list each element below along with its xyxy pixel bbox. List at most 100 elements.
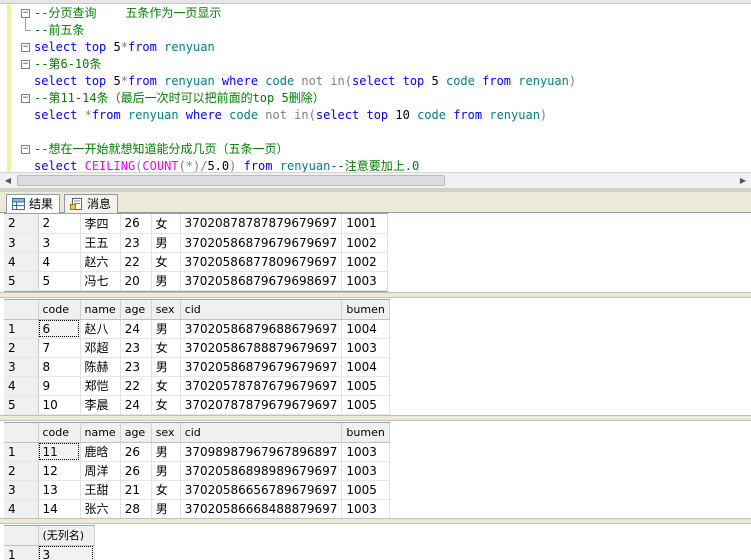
tab-results[interactable]: 结果: [6, 194, 61, 215]
collapse-icon[interactable]: −: [21, 43, 30, 52]
table-cell[interactable]: 1003: [341, 442, 390, 462]
row-number[interactable]: 5: [4, 271, 39, 291]
table-cell[interactable]: 女: [151, 395, 181, 415]
table-row[interactable]: 2 12 周洋 26 男 37020586898989679697 1003: [4, 461, 390, 481]
code-line[interactable]: select top 5*from renyuan: [34, 39, 215, 56]
code-line[interactable]: --第6-10条: [34, 56, 101, 73]
table-cell[interactable]: 周洋: [80, 461, 121, 481]
table-cell[interactable]: 22: [120, 376, 152, 396]
table-cell[interactable]: 37020586879679679697: [180, 357, 343, 377]
table-cell[interactable]: 王甜: [80, 480, 121, 500]
query-editor[interactable]: --分页查询 五条作为一页显示 --前五条 select top 5*from re…: [0, 0, 751, 188]
table-cell[interactable]: 女: [151, 376, 181, 396]
collapse-icon[interactable]: −: [21, 9, 30, 18]
table-cell[interactable]: 张六: [80, 499, 121, 519]
table-cell[interactable]: 28: [120, 499, 152, 519]
grid-corner[interactable]: [4, 526, 39, 546]
scroll-thumb[interactable]: [17, 175, 445, 186]
grid-separator[interactable]: [0, 518, 751, 524]
table-cell[interactable]: 1005: [341, 376, 390, 396]
table-cell[interactable]: 女: [151, 338, 181, 358]
table-cell[interactable]: 6: [38, 319, 81, 339]
table-cell[interactable]: 23: [120, 338, 152, 358]
table-cell[interactable]: 1003: [341, 338, 390, 358]
table-row[interactable]: 1 11 鹿晗 26 男 37098987967967896897 1003: [4, 442, 390, 462]
table-row[interactable]: 2 2 李四 26 女 370208787878796796​97 1001: [4, 214, 389, 234]
table-cell[interactable]: 37020787879679679697: [180, 395, 343, 415]
table-cell[interactable]: 3: [38, 545, 95, 560]
table-cell[interactable]: 1003: [341, 271, 389, 291]
table-cell[interactable]: 男: [151, 271, 181, 291]
column-header[interactable]: bumen: [341, 300, 390, 320]
column-header[interactable]: name: [80, 423, 121, 443]
table-cell[interactable]: 1004: [341, 319, 390, 339]
column-header[interactable]: code: [38, 300, 81, 320]
code-line[interactable]: --分页查询 五条作为一页显示: [34, 5, 221, 22]
table-cell[interactable]: 3: [38, 233, 81, 253]
scroll-left-icon[interactable]: ◀: [0, 173, 16, 188]
table-row[interactable]: 4 14 张六 28 男 37020586668488879697 1003: [4, 499, 390, 519]
table-cell[interactable]: 赵八: [80, 319, 121, 339]
collapse-icon[interactable]: −: [21, 60, 30, 69]
table-cell[interactable]: 8: [38, 357, 81, 377]
table-row[interactable]: 1 6 赵八 24 男 37020586879688679697 1004: [4, 319, 390, 339]
row-number[interactable]: 3: [4, 480, 39, 500]
table-cell[interactable]: 26: [120, 461, 152, 481]
table-cell[interactable]: 赵六: [80, 252, 121, 272]
code-line[interactable]: --第11-14条（最后一次时可以把前面的top 5删除）: [34, 90, 325, 107]
row-number[interactable]: 4: [4, 499, 39, 519]
table-row[interactable]: 3 8 陈赫 23 男 37020586879679679697 1004: [4, 357, 390, 377]
table-cell[interactable]: 陈赫: [80, 357, 121, 377]
table-cell[interactable]: 11: [38, 442, 81, 462]
row-number[interactable]: 2: [4, 338, 39, 358]
table-cell[interactable]: 22: [120, 252, 152, 272]
table-row[interactable]: 3 3 王五 23 男 37020586879679679697 1002: [4, 233, 389, 253]
column-header[interactable]: sex: [151, 423, 181, 443]
table-cell[interactable]: 21: [120, 480, 152, 500]
table-cell[interactable]: 24: [120, 395, 152, 415]
table-cell[interactable]: 12: [38, 461, 81, 481]
column-header[interactable]: name: [80, 300, 121, 320]
table-cell[interactable]: 男: [151, 233, 181, 253]
row-number[interactable]: 1: [4, 319, 39, 339]
table-cell[interactable]: 37020586788879679697: [180, 338, 343, 358]
table-cell[interactable]: 9: [38, 376, 81, 396]
table-row[interactable]: 4 9 郑恺 22 女 37020578787679679697 1005: [4, 376, 390, 396]
table-cell[interactable]: 郑恺: [80, 376, 121, 396]
row-number[interactable]: 3: [4, 233, 39, 253]
table-cell[interactable]: 女: [151, 252, 181, 272]
table-cell[interactable]: 男: [151, 499, 181, 519]
tab-messages[interactable]: 消息: [64, 194, 119, 214]
table-cell[interactable]: 23: [120, 233, 152, 253]
table-cell[interactable]: 37020586877809679697: [180, 252, 343, 272]
table-cell[interactable]: 女: [151, 480, 181, 500]
collapse-icon[interactable]: −: [21, 145, 30, 154]
table-row[interactable]: 5 5 冯七 20 男 37020586879679698697 1003: [4, 271, 389, 291]
column-header[interactable]: cid: [180, 423, 343, 443]
table-cell[interactable]: 26: [120, 442, 152, 462]
column-header[interactable]: bumen: [341, 423, 390, 443]
result-grid-3[interactable]: code name age sex cid bumen 1 11 鹿晗 26 男 370989879…: [4, 422, 390, 520]
result-grid-4[interactable]: (无列名) 13: [4, 525, 95, 560]
table-cell[interactable]: 1002: [341, 252, 389, 272]
code-line[interactable]: --前五条: [34, 22, 84, 39]
table-cell[interactable]: 37020586879679698697: [180, 271, 343, 291]
grid-corner[interactable]: [4, 423, 39, 443]
row-number[interactable]: 3: [4, 357, 39, 377]
table-row[interactable]: 2 7 邓超 23 女 37020586788879679697 1003: [4, 338, 390, 358]
row-number[interactable]: 1: [4, 545, 39, 560]
column-header[interactable]: age: [120, 423, 152, 443]
table-cell[interactable]: 李晨: [80, 395, 121, 415]
table-cell[interactable]: 37098987967967896897: [180, 442, 343, 462]
table-cell[interactable]: 23: [120, 357, 152, 377]
editor-horizontal-scrollbar[interactable]: ◀ ▶: [0, 172, 751, 188]
table-cell[interactable]: 1003: [341, 499, 390, 519]
table-cell[interactable]: 37020586879679679697: [180, 233, 343, 253]
result-grid-2[interactable]: code name age sex cid bumen 1 6 赵八 24 男 3702058687…: [4, 299, 390, 416]
code-line[interactable]: select top 5*from renyuan where code not…: [34, 73, 576, 90]
code-line[interactable]: select *from renyuan where code not in(s…: [34, 107, 547, 124]
row-number[interactable]: 4: [4, 252, 39, 272]
table-cell[interactable]: 1004: [341, 357, 390, 377]
table-cell[interactable]: 1002: [341, 233, 389, 253]
table-cell[interactable]: 邓超: [80, 338, 121, 358]
